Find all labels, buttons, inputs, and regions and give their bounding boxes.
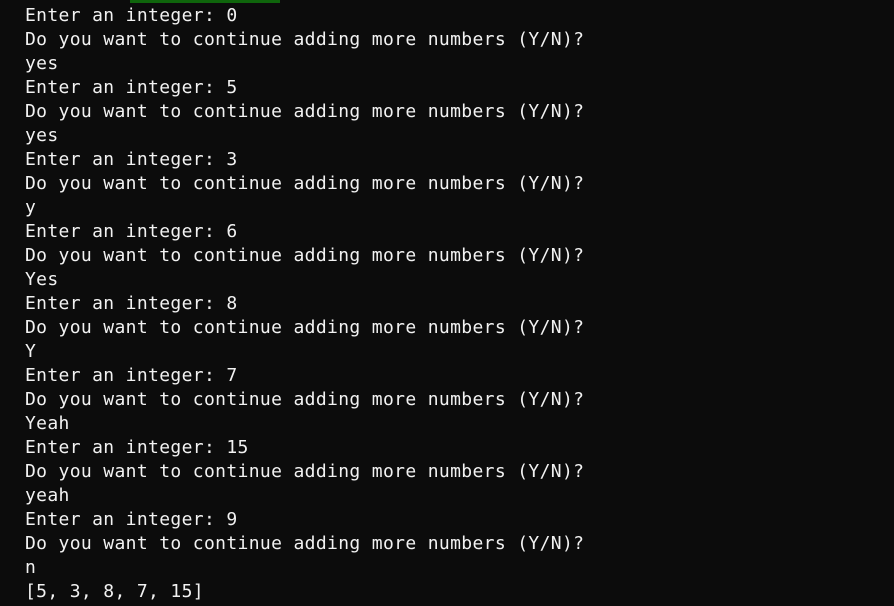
prompt-line: Enter an integer: 0: [25, 5, 238, 26]
prompt-line: Enter an integer: 3: [25, 149, 238, 170]
user-response-line: Yes: [25, 269, 59, 290]
prompt-line: Enter an integer: 9: [25, 509, 238, 530]
prompt-line: Enter an integer: 5: [25, 77, 238, 98]
prompt-line: Enter an integer: 15: [25, 437, 249, 458]
cut-off-previous-line: [130, 0, 280, 3]
user-response-line: Y: [25, 341, 37, 362]
user-response-line: yes: [25, 125, 59, 146]
continue-prompt-line: Do you want to continue adding more numb…: [25, 317, 585, 338]
continue-prompt-line: Do you want to continue adding more numb…: [25, 173, 585, 194]
continue-prompt-line: Do you want to continue adding more numb…: [25, 461, 585, 482]
continue-prompt-line: Do you want to continue adding more numb…: [25, 533, 585, 554]
user-response-line: n: [25, 557, 37, 578]
user-response-line: y: [25, 197, 37, 218]
terminal-output: Enter an integer: 0 Do you want to conti…: [25, 4, 584, 604]
terminal-window[interactable]: Enter an integer: 0 Do you want to conti…: [0, 0, 894, 606]
prompt-line: Enter an integer: 7: [25, 365, 238, 386]
prompt-line: Enter an integer: 6: [25, 221, 238, 242]
user-response-line: yeah: [25, 485, 70, 506]
user-response-line: Yeah: [25, 413, 70, 434]
result-list-output: [5, 3, 8, 7, 15]: [25, 581, 204, 602]
continue-prompt-line: Do you want to continue adding more numb…: [25, 29, 585, 50]
continue-prompt-line: Do you want to continue adding more numb…: [25, 245, 585, 266]
continue-prompt-line: Do you want to continue adding more numb…: [25, 101, 585, 122]
prompt-line: Enter an integer: 8: [25, 293, 238, 314]
continue-prompt-line: Do you want to continue adding more numb…: [25, 389, 585, 410]
user-response-line: yes: [25, 53, 59, 74]
